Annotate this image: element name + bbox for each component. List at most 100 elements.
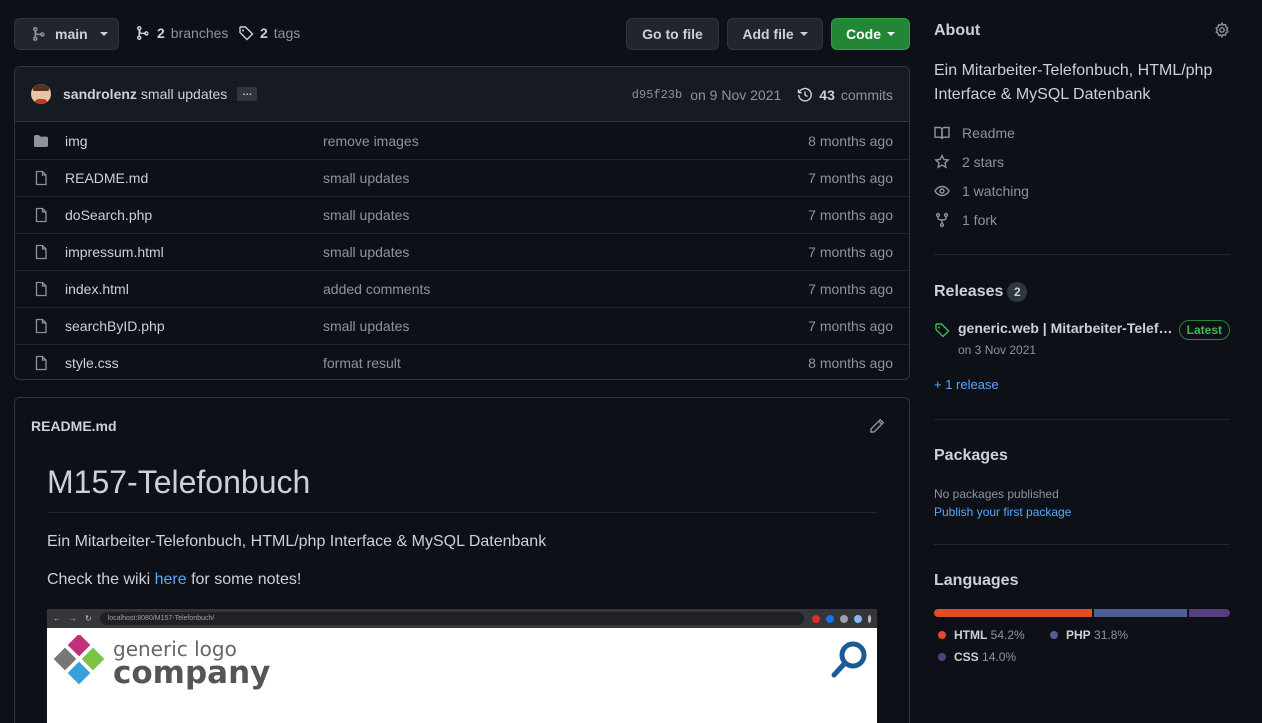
stars-link[interactable]: 2 stars xyxy=(934,154,1004,170)
latest-badge: Latest xyxy=(1178,320,1230,340)
file-row[interactable]: img remove images 8 months ago xyxy=(15,122,909,159)
file-name-link[interactable]: impressum.html xyxy=(65,244,323,260)
wiki-note-suffix: for some notes! xyxy=(186,571,302,589)
language-name: CSS xyxy=(954,650,979,664)
repo-forked-icon xyxy=(934,212,950,228)
file-age: 7 months ago xyxy=(808,318,893,334)
file-row[interactable]: README.md small updates 7 months ago xyxy=(15,159,909,196)
language-name: HTML xyxy=(954,628,988,642)
branches-count: 2 xyxy=(157,25,165,41)
latest-commit-bar: sandrolenz small updates … d95f23b on 9 … xyxy=(15,67,909,122)
language-bar-segment xyxy=(934,609,1093,617)
profile-icon xyxy=(854,614,862,623)
file-name-link[interactable]: style.css xyxy=(65,355,323,371)
file-icon xyxy=(33,244,49,260)
readme-panel: README.md M157-Telefonbuch Ein Mitarbeit… xyxy=(14,397,910,723)
branches-label: branches xyxy=(170,25,229,41)
file-name-link[interactable]: searchByID.php xyxy=(65,318,323,334)
history-icon xyxy=(797,87,813,103)
language-bar-segment xyxy=(1094,609,1188,617)
file-icon xyxy=(33,170,49,186)
file-age: 7 months ago xyxy=(808,207,893,223)
branch-name: main xyxy=(55,26,88,42)
browser-extensions xyxy=(812,614,871,623)
language-item[interactable]: CSS 14.0% xyxy=(938,650,1016,664)
go-to-file-button[interactable]: Go to file xyxy=(626,18,719,50)
file-row[interactable]: searchByID.php small updates 7 months ago xyxy=(15,307,909,344)
file-commit-link[interactable]: small updates xyxy=(323,170,409,186)
browser-url-bar: localhost:8080/M157-Telefonbuch/ xyxy=(99,612,804,626)
language-item[interactable]: PHP 31.8% xyxy=(1050,628,1128,642)
commit-message-link[interactable]: small updates xyxy=(141,86,227,102)
language-bar-segment xyxy=(1189,609,1230,617)
file-icon xyxy=(33,318,49,334)
readme-screenshot-image: ← → ↻ localhost:8080/M157-Telefonbuch/ g… xyxy=(47,609,877,723)
language-item[interactable]: HTML 54.2% xyxy=(938,628,1025,642)
git-branch-icon xyxy=(31,26,47,42)
extension-icon xyxy=(812,614,820,623)
file-name-link[interactable]: doSearch.php xyxy=(65,207,323,223)
forks-label: 1 fork xyxy=(962,212,998,228)
commits-link[interactable]: 43 commits xyxy=(797,87,893,103)
search-icon xyxy=(829,639,871,681)
wiki-note-prefix: Check the wiki xyxy=(47,571,155,589)
language-dot-icon xyxy=(1050,631,1058,639)
star-icon xyxy=(934,154,950,170)
file-name-link[interactable]: index.html xyxy=(65,281,323,297)
file-row[interactable]: style.css format result 8 months ago xyxy=(15,344,909,379)
release-date: on 3 Nov 2021 xyxy=(958,343,1037,357)
language-dot-icon xyxy=(938,631,946,639)
commit-author-link[interactable]: sandrolenz xyxy=(63,86,137,102)
language-name: PHP xyxy=(1066,628,1091,642)
file-icon xyxy=(33,207,49,223)
file-icon xyxy=(33,281,49,297)
file-commit-link[interactable]: small updates xyxy=(323,244,409,260)
pencil-icon[interactable] xyxy=(869,418,885,434)
code-button[interactable]: Code xyxy=(831,18,910,50)
file-commit-link[interactable]: remove images xyxy=(323,133,419,149)
commit-date[interactable]: on 9 Nov 2021 xyxy=(690,87,781,103)
add-file-button[interactable]: Add file xyxy=(727,18,823,50)
about-heading: About xyxy=(934,22,981,39)
readme-filename[interactable]: README.md xyxy=(31,418,117,434)
wiki-link[interactable]: here xyxy=(155,571,187,588)
expand-commit-button[interactable]: … xyxy=(237,87,258,101)
latest-release[interactable]: generic.web | Mitarbeiter-Telefonbuch La… xyxy=(934,320,1230,340)
tags-count: 2 xyxy=(260,25,268,41)
file-commit-link[interactable]: format result xyxy=(323,355,401,371)
commit-sha-link[interactable]: d95f23b xyxy=(632,88,682,102)
code-label: Code xyxy=(846,26,881,42)
publish-package-link[interactable]: Publish your first package xyxy=(934,505,1071,519)
reload-icon: ↻ xyxy=(85,614,92,624)
file-name-link[interactable]: img xyxy=(65,133,323,149)
file-age: 8 months ago xyxy=(808,132,893,149)
branch-selector-button[interactable]: main xyxy=(14,18,119,50)
readme-link[interactable]: Readme xyxy=(934,125,1015,141)
commits-count: 43 xyxy=(819,86,835,103)
chevron-down-icon xyxy=(887,32,895,36)
stars-label: 2 stars xyxy=(962,154,1005,170)
tags-link[interactable]: 2 tags xyxy=(238,25,300,41)
eye-icon xyxy=(934,183,950,199)
file-commit-link[interactable]: added comments xyxy=(323,281,430,297)
sidebar-divider xyxy=(934,544,1230,545)
releases-heading[interactable]: Releases 2 xyxy=(934,282,1028,302)
file-row[interactable]: index.html added comments 7 months ago xyxy=(15,270,909,307)
forks-link[interactable]: 1 fork xyxy=(934,212,997,228)
back-arrow-icon: ← xyxy=(53,614,61,624)
gear-icon[interactable] xyxy=(1214,22,1230,38)
watchers-link[interactable]: 1 watching xyxy=(934,183,1029,199)
avatar[interactable] xyxy=(31,84,51,104)
file-row[interactable]: doSearch.php small updates 7 months ago xyxy=(15,196,909,233)
file-name-link[interactable]: README.md xyxy=(65,170,323,186)
folder-icon xyxy=(33,133,49,149)
branches-link[interactable]: 2 branches xyxy=(135,25,228,41)
file-row[interactable]: impressum.html small updates 7 months ago xyxy=(15,233,909,270)
more-releases-link[interactable]: + 1 release xyxy=(934,377,999,392)
language-bar xyxy=(934,609,1230,617)
languages-heading: Languages xyxy=(934,572,1019,589)
file-commit-link[interactable]: small updates xyxy=(323,318,409,334)
file-commit-link[interactable]: small updates xyxy=(323,207,409,223)
readme-content: M157-Telefonbuch Ein Mitarbeiter-Telefon… xyxy=(15,453,909,723)
packages-heading[interactable]: Packages xyxy=(934,447,1008,465)
